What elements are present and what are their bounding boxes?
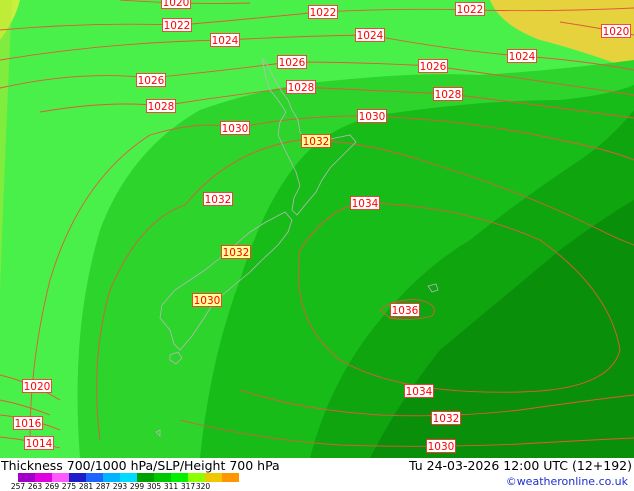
credit-link[interactable]: ©weatheronline.co.uk <box>506 475 628 488</box>
isobar-label: 1024 <box>212 35 239 47</box>
legend-swatch <box>18 473 35 482</box>
isobar-label: 1024 <box>357 30 384 42</box>
legend-swatch <box>154 473 171 482</box>
isobar-label: 1026 <box>138 75 165 87</box>
isobar-label: 1030 <box>359 111 386 123</box>
isobar-label: 1016 <box>15 418 42 430</box>
isobar-label: 1022 <box>457 4 484 16</box>
map-footer: Thickness 700/1000 hPa/SLP/Height 700 hP… <box>0 458 634 490</box>
thickness-color-legend <box>18 473 256 482</box>
isobar-label: 1024 <box>509 51 536 63</box>
legend-swatch <box>222 473 239 482</box>
legend-swatch <box>35 473 52 482</box>
legend-swatch <box>120 473 137 482</box>
isobar-label: 1028 <box>435 89 462 101</box>
isobar-label: 1028 <box>288 82 315 94</box>
isobar-label: 1032 <box>205 194 232 206</box>
isobar-label: 1020 <box>163 0 190 9</box>
isobar-label: 1030 <box>194 295 221 307</box>
isobar-label: 1026 <box>279 57 306 69</box>
legend-swatch <box>239 473 256 482</box>
isobar-label: 1032 <box>223 247 250 259</box>
isobar-label: 1030 <box>222 123 249 135</box>
legend-swatch <box>137 473 154 482</box>
isobar-label: 1026 <box>420 61 447 73</box>
isobar-label: 1030 <box>428 441 455 453</box>
weather-map: 1020 1022 1022 1022 1020 1024 1024 1024 1026 1026… <box>0 0 634 458</box>
legend-swatch <box>188 473 205 482</box>
isobar-label: 1022 <box>310 7 337 19</box>
weather-map-view: 1020 1022 1022 1022 1020 1024 1024 1024 1026 1026… <box>0 0 634 490</box>
legend-swatch <box>69 473 86 482</box>
isobar-label: 1034 <box>352 198 379 210</box>
isobar-label: 1028 <box>148 101 175 113</box>
map-title: Thickness 700/1000 hPa/SLP/Height 700 hP… <box>1 458 280 473</box>
isobar-label: 1032 <box>433 413 460 425</box>
legend-swatch <box>52 473 69 482</box>
isobar-label: 1036 <box>392 305 419 317</box>
legend-swatch <box>86 473 103 482</box>
isobar-label: 1022 <box>164 20 191 32</box>
isobar-label: 1020 <box>24 381 51 393</box>
isobar-label: 1032 <box>303 136 330 148</box>
legend-swatch <box>171 473 188 482</box>
legend-swatch <box>103 473 120 482</box>
isobar-label: 1034 <box>406 386 433 398</box>
isobar-label: 1020 <box>603 26 630 38</box>
legend-swatch <box>205 473 222 482</box>
isobar-label: 1014 <box>26 438 53 450</box>
map-datetime: Tu 24-03-2026 12:00 UTC (12+192) <box>409 458 632 473</box>
